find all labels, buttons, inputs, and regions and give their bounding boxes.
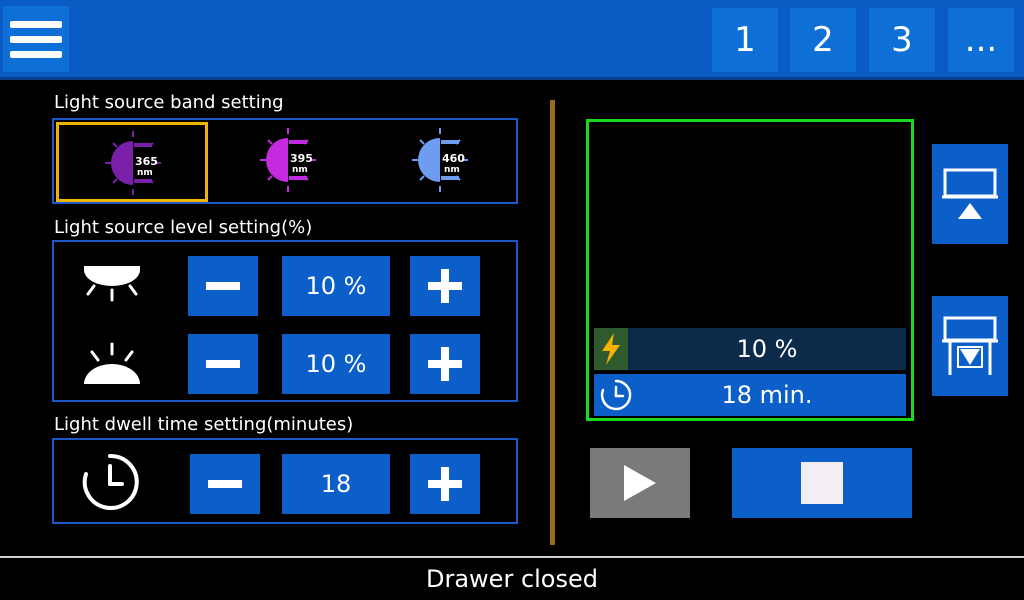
tab-3[interactable]: 3	[869, 8, 935, 72]
preview-time-row: 18 min.	[594, 374, 906, 416]
dwell-plus-button[interactable]	[410, 454, 480, 514]
top-level-minus-button[interactable]	[188, 256, 258, 316]
dwell-panel: 18	[52, 438, 518, 524]
stop-icon	[801, 462, 843, 504]
dwell-value: 18	[282, 454, 390, 514]
band-value: 365	[135, 155, 158, 168]
hamburger-icon	[10, 20, 62, 28]
band-unit: nm	[137, 168, 153, 178]
uv-lamp-icon: 395 nm	[260, 128, 316, 192]
preview-level-value: 10 %	[736, 335, 798, 363]
drawer-load-icon	[942, 316, 998, 375]
plus-icon	[428, 467, 462, 501]
band-option-365[interactable]: 365 nm	[56, 122, 208, 202]
top-lamp-icon	[84, 266, 140, 302]
drawer-eject-icon	[942, 168, 998, 219]
minus-icon	[208, 480, 242, 488]
minus-icon	[206, 282, 240, 290]
preview-panel: 10 % 18 min.	[586, 119, 914, 421]
drawer-open-button[interactable]	[932, 144, 1008, 244]
uv-lamp-icon: 365 nm	[105, 131, 161, 195]
plus-icon	[428, 269, 462, 303]
band-value: 395	[290, 152, 313, 165]
top-level-value: 10 %	[282, 256, 390, 316]
band-option-395[interactable]: 395 nm	[214, 122, 362, 202]
band-panel: 365 nm 395 nm 460 nm	[52, 118, 518, 204]
lightning-icon	[602, 333, 620, 365]
bottom-lamp-icon	[84, 342, 140, 384]
tab-more[interactable]: ...	[948, 8, 1014, 72]
band-unit: nm	[444, 165, 460, 175]
menu-button[interactable]	[3, 6, 69, 72]
drawer-status-text: Drawer closed	[426, 565, 598, 593]
dwell-setting-title: Light dwell time setting(minutes)	[54, 414, 354, 435]
band-setting-title: Light source band setting	[54, 92, 284, 113]
bottom-level-plus-button[interactable]	[410, 334, 480, 394]
dwell-minus-button[interactable]	[190, 454, 260, 514]
level-panel: 10 % 10 %	[52, 240, 518, 402]
tab-1[interactable]: 1	[712, 8, 778, 72]
drawer-close-button[interactable]	[932, 296, 1008, 396]
bottom-level-value: 10 %	[282, 334, 390, 394]
band-unit: nm	[292, 165, 308, 175]
power-icon-box	[594, 328, 628, 370]
level-setting-title: Light source level setting(%)	[54, 217, 313, 238]
top-bar: 1 2 3 ...	[0, 0, 1024, 80]
panel-divider	[550, 100, 555, 545]
play-icon	[624, 465, 656, 501]
stop-button[interactable]	[732, 448, 912, 518]
minus-icon	[206, 360, 240, 368]
preview-level-row: 10 %	[594, 328, 906, 370]
clock-icon	[82, 453, 139, 510]
blue-lamp-icon: 460 nm	[412, 128, 468, 192]
top-level-plus-button[interactable]	[410, 256, 480, 316]
preview-time-value: 18 min.	[721, 381, 813, 409]
band-value: 460	[442, 152, 465, 165]
bottom-level-minus-button[interactable]	[188, 334, 258, 394]
tab-2[interactable]: 2	[790, 8, 856, 72]
status-bar: Drawer closed	[0, 556, 1024, 600]
plus-icon	[428, 347, 462, 381]
start-button[interactable]	[590, 448, 690, 518]
band-option-460[interactable]: 460 nm	[366, 122, 516, 202]
